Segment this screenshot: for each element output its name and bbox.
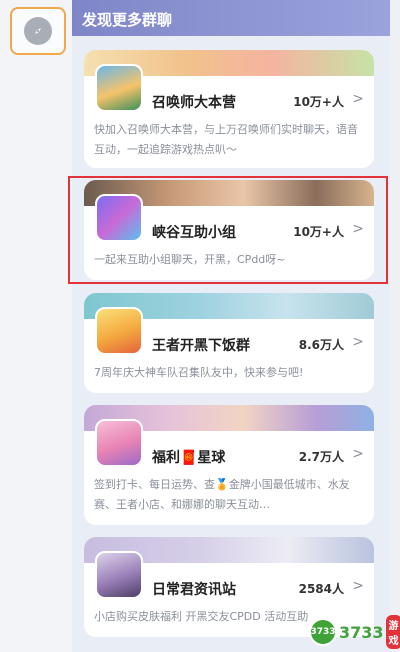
discover-button[interactable] (10, 7, 66, 55)
group-card[interactable]: 福利🧧星球 2.7万人 > 签到打卡、每日运势、查🏅金牌小国最低城市、水友赛、王… (84, 405, 374, 525)
group-avatar (95, 307, 143, 355)
chevron-right-icon[interactable]: > (352, 578, 364, 594)
group-avatar (95, 551, 143, 599)
group-name: 日常君资讯站 (152, 582, 236, 598)
group-description: 签到打卡、每日运势、查🏅金牌小国最低城市、水友赛、王者小店、和娜娜的聊天互动… (94, 478, 350, 511)
chevron-right-icon[interactable]: > (352, 334, 364, 350)
group-name: 福利🧧星球 (152, 450, 226, 466)
discover-panel: 发现更多群聊 召唤师大本营 10万+人 > 快加入召唤师大本营，与上万召唤师们实… (72, 0, 390, 652)
chevron-right-icon[interactable]: > (352, 446, 364, 462)
group-name: 召唤师大本营 (152, 95, 236, 111)
group-description: 快加入召唤师大本营，与上万召唤师们实时聊天，语音互动，一起追踪游戏热点叭～ (94, 123, 358, 156)
group-card[interactable]: 王者开黑下饭群 8.6万人 > 7周年庆大神车队召集队友中，快来参与吧! (84, 293, 374, 393)
member-count: 10万+人 (293, 95, 344, 109)
group-avatar (95, 419, 143, 467)
group-name: 王者开黑下饭群 (152, 338, 250, 354)
member-count: 2584人 (298, 582, 344, 596)
group-description: 7周年庆大神车队召集队友中，快来参与吧! (94, 366, 304, 379)
group-avatar (95, 64, 143, 112)
group-card[interactable]: 召唤师大本营 10万+人 > 快加入召唤师大本营，与上万召唤师们实时聊天，语音互… (84, 50, 374, 168)
watermark-text: 3733 (339, 622, 384, 642)
member-count: 8.6万人 (298, 338, 344, 352)
member-count: 2.7万人 (298, 450, 344, 464)
watermark-logo: 3733 (309, 618, 337, 646)
highlight-box (68, 176, 388, 284)
panel-title: 发现更多群聊 (72, 0, 390, 36)
compass-icon (24, 17, 52, 45)
watermark-badge: 游戏 (385, 615, 400, 649)
site-watermark: 3733 3733 游戏 (309, 615, 400, 649)
left-rail (0, 0, 72, 652)
chevron-right-icon[interactable]: > (352, 91, 364, 107)
